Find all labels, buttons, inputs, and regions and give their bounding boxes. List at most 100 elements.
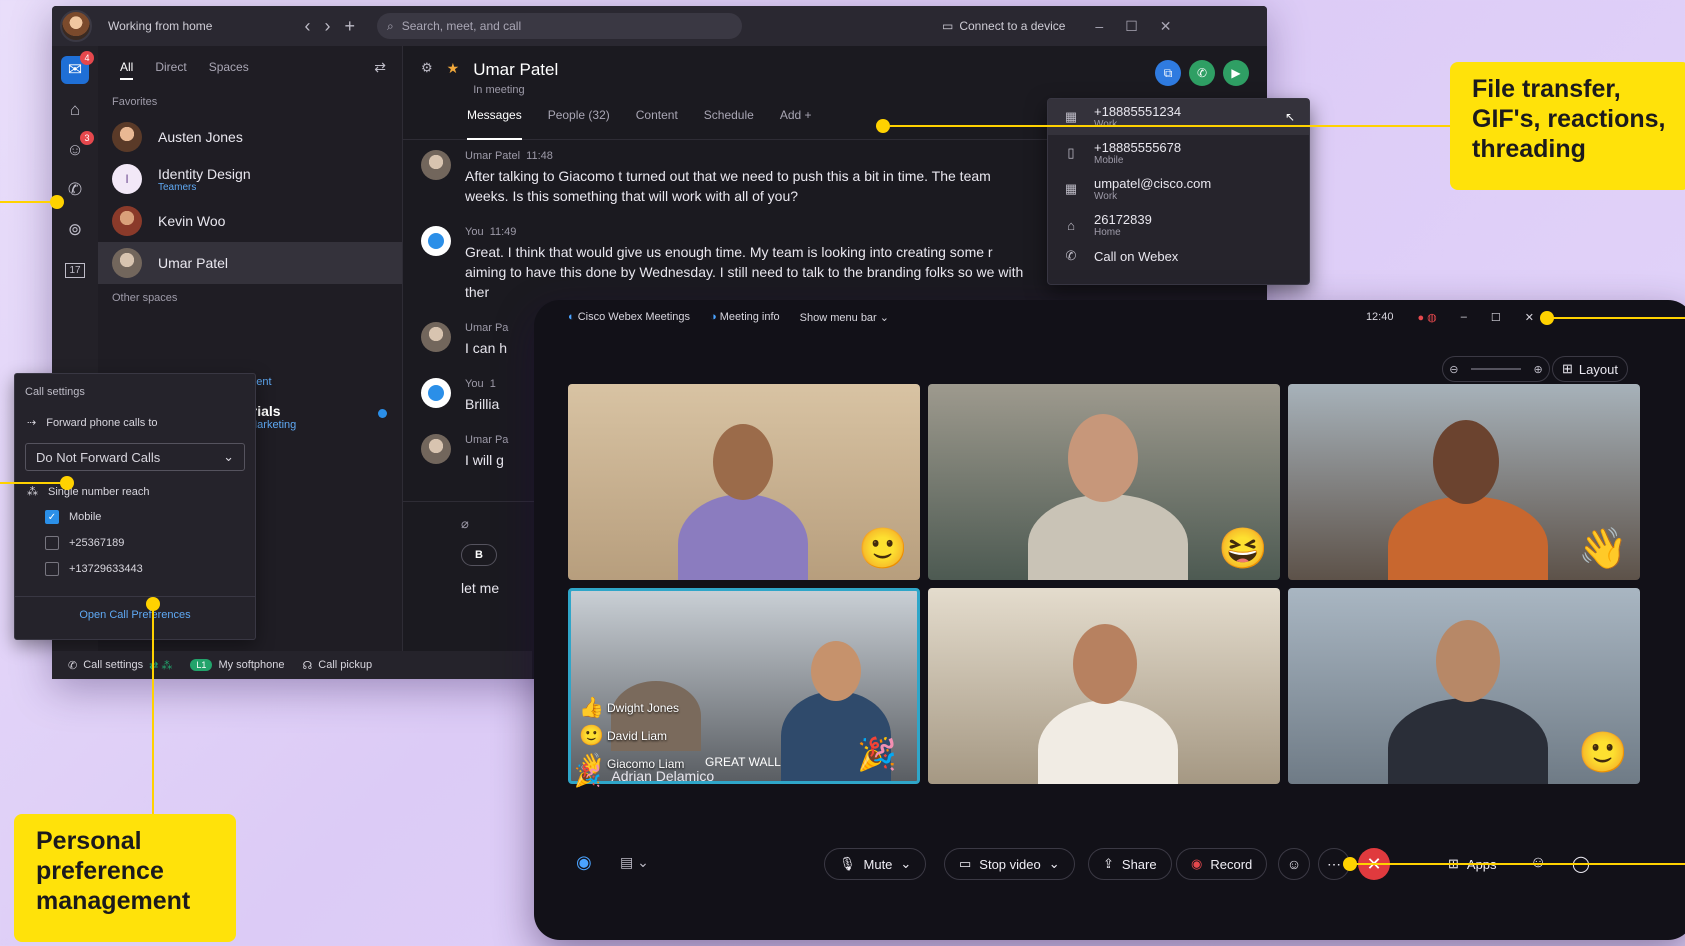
callout-line: Personal [36,827,142,855]
contact-umar-patel[interactable]: Umar Patel [98,242,402,284]
chevron-down-icon[interactable]: ⌄ [900,856,911,872]
tab-people[interactable]: People (32) [548,108,610,139]
captions-icon[interactable]: ▤ ⌄ [620,854,649,871]
show-menu-bar-button[interactable]: Show menu bar ⌄ [800,311,889,324]
mobile-icon: ▯ [1067,145,1075,160]
snr-option-number-1[interactable]: +25367189 [15,530,255,556]
connect-device-button[interactable]: ▭ Connect to a device [942,19,1065,33]
video-tile-active-speaker[interactable]: 👍 Dwight Jones 🙂 David Liam 👋 Giacomo Li… [568,588,920,784]
checkbox[interactable] [45,562,59,576]
minimize-icon[interactable]: – [1095,18,1103,35]
calendar-icon[interactable]: 17 [61,256,89,284]
close-icon[interactable]: ✕ [1525,311,1534,324]
video-tile-participant[interactable]: 😆 [928,384,1280,580]
forward-icon[interactable]: › [324,16,330,37]
connector-line [1552,317,1685,319]
voicemail-icon[interactable]: ⊚ [61,216,89,244]
contact-identity-design[interactable]: I Identity Design Teamers [98,158,402,200]
search-bar[interactable]: ⌕ Search, meet, and call [377,13,742,39]
chevron-down-icon[interactable]: ⌄ [1049,856,1060,872]
zoom-in-icon[interactable]: ⊕ [1534,363,1543,376]
phone-icon: ✆ [1065,248,1077,263]
close-icon[interactable]: ✕ [1160,18,1172,35]
call-settings-button[interactable]: ✆ Call settings ⇄ ⁂ [68,659,172,672]
avatar [421,378,451,408]
checkbox-checked[interactable]: ✓ [45,510,59,524]
tab-spaces[interactable]: Spaces [209,60,249,74]
participant-head [1433,420,1499,504]
connector-line [0,482,66,484]
filter-icon[interactable]: ⇄ [374,59,386,76]
attach-icon[interactable]: ⌀ [461,516,469,532]
option-label: Mobile [69,511,102,523]
audio-call-icon[interactable]: ✆ [1189,60,1215,86]
status-text[interactable]: Working from home [108,19,212,33]
call-pickup-label: Call pickup [318,659,373,671]
snr-option-mobile[interactable]: ✓ Mobile [15,504,255,530]
video-tile-participant[interactable]: 👋 [1288,384,1640,580]
participant-head [811,641,861,701]
contact-kevin-woo[interactable]: Kevin Woo [98,200,402,242]
participant-figure [1028,494,1188,580]
teams-icon[interactable]: ⌂ [61,96,89,124]
menu-item-work-phone[interactable]: ▦ +18885551234Work ↖ [1048,99,1309,135]
share-button[interactable]: ⇪ Share [1088,848,1172,880]
menu-item-email[interactable]: ▦ umpatel@cisco.com Work [1048,171,1309,207]
forward-select[interactable]: Do Not Forward Calls ⌄ [25,443,245,471]
checkbox[interactable] [45,536,59,550]
maximize-icon[interactable]: ☐ [1491,311,1501,324]
back-icon[interactable]: ‹ [304,16,310,37]
zoom-track[interactable] [1470,368,1521,370]
mute-button[interactable]: 🎙 Mute ⌄ [824,848,927,880]
connector-dot [1343,857,1357,871]
video-call-icon[interactable]: ▶ [1223,60,1249,86]
composer-input[interactable]: let me [461,580,499,596]
tab-all[interactable]: All [120,60,134,80]
snr-option-number-2[interactable]: +13729633443 [15,556,255,582]
tab-add[interactable]: Add + [780,108,812,139]
tab-direct[interactable]: Direct [155,60,186,74]
webex-assistant-icon[interactable]: ◉ [576,852,592,873]
open-call-preferences-link[interactable]: Open Call Preferences [15,596,255,621]
tab-content[interactable]: Content [636,108,678,139]
message-meta: Umar Patel 11:48 [465,150,1025,162]
favorite-star-icon[interactable]: ★ [447,60,460,77]
menu-item-mobile-phone[interactable]: ▯ +18885555678 Mobile [1048,135,1309,171]
messaging-icon[interactable]: ✉ 4 [61,51,94,84]
participant-figure [1038,700,1178,784]
smile-emoji-icon: 🙂 [579,725,604,747]
stop-video-button[interactable]: ▭ Stop video ⌄ [944,848,1075,880]
contact-name: Austen Jones [158,129,243,145]
menu-item-call-on-webex[interactable]: ✆ Call on Webex [1048,243,1309,269]
calling-icon[interactable]: ✆ [61,176,89,204]
user-avatar[interactable] [60,10,92,42]
video-tile-participant[interactable] [928,588,1280,784]
zoom-slider[interactable]: ⊖ ⊕ [1442,356,1550,382]
tab-messages[interactable]: Messages [467,108,522,140]
tab-schedule[interactable]: Schedule [704,108,754,139]
video-tile-participant[interactable]: 🙂 [1288,588,1640,784]
video-tile-participant[interactable]: 🙂 [568,384,920,580]
zoom-out-icon[interactable]: ⊖ [1449,363,1458,376]
plus-icon[interactable]: + [344,16,355,37]
contact-austen-jones[interactable]: Austen Jones [98,116,402,158]
participant-head [713,424,773,500]
maximize-icon[interactable]: ☐ [1125,18,1138,35]
recording-indicator-icon: ● ◍ [1417,311,1437,324]
call-pickup-button[interactable]: ☊ Call pickup [302,659,372,672]
layout-button[interactable]: ⊞ Layout [1552,356,1628,382]
mute-label: Mute [863,856,893,872]
menu-item-home-phone[interactable]: ⌂ 26172839 Home [1048,207,1309,243]
meeting-info-button[interactable]: ◑ Meeting info [710,311,780,323]
search-placeholder: Search, meet, and call [401,19,522,33]
share-screen-icon[interactable]: ⧉ [1155,60,1181,86]
settings-gear-icon[interactable]: ⚙ [421,60,433,76]
bold-button[interactable]: B [461,544,497,566]
contact-name: Umar Patel [158,255,229,271]
softphone-button[interactable]: L1 My softphone [190,659,284,671]
record-button[interactable]: ◉ Record [1176,848,1268,880]
reactions-button[interactable]: ☺ [1278,848,1310,880]
forward-icon: ⇢ [27,417,37,429]
contacts-icon[interactable]: ☺ 3 [61,131,94,164]
minimize-icon[interactable]: – [1461,311,1467,323]
